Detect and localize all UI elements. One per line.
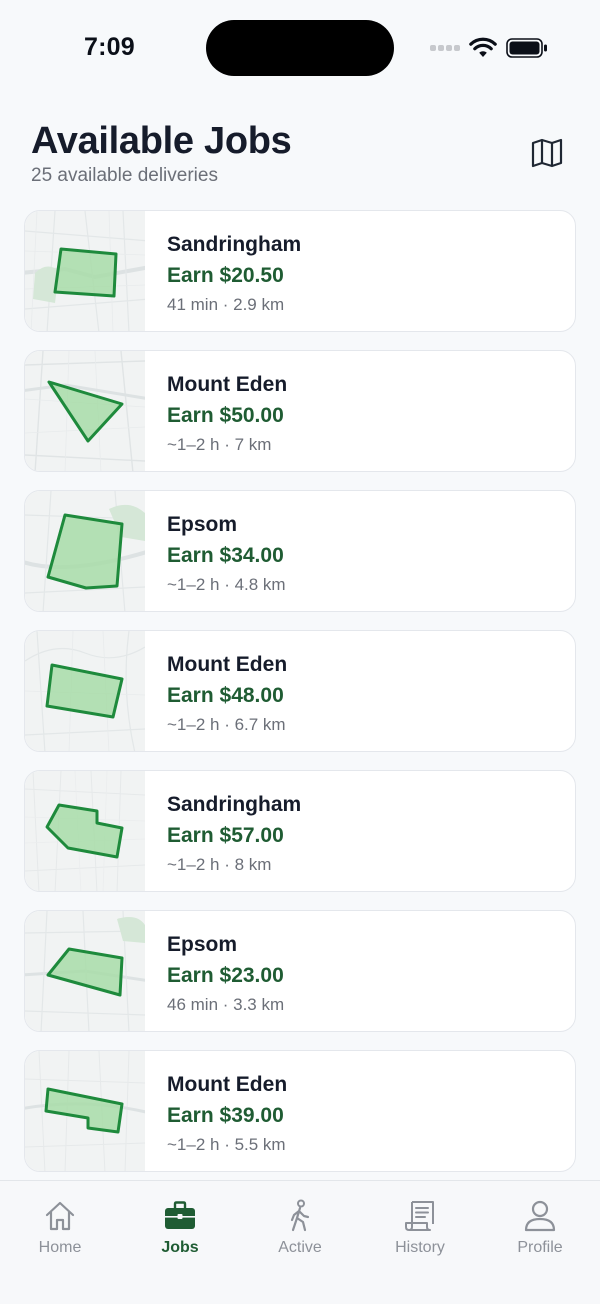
job-zone-map (25, 491, 145, 611)
job-area-name: Mount Eden (167, 653, 288, 676)
job-duration-distance: ~1–2 h · 4.8 km (167, 575, 286, 594)
job-zone-map (25, 771, 145, 891)
map-view-button[interactable] (526, 132, 568, 174)
job-card[interactable]: Sandringham Earn $20.50 41 min · 2.9 km (24, 210, 576, 332)
delivery-zone-polygon (44, 1087, 124, 1134)
job-info: Sandringham Earn $57.00 ~1–2 h · 8 km (167, 793, 301, 876)
job-zone-map (25, 211, 145, 331)
deliveries-count: 25 available deliveries (31, 165, 218, 186)
battery-icon (506, 38, 547, 58)
page-header: Available Jobs 25 available deliveries (0, 110, 600, 200)
tab-label: Home (38, 1239, 82, 1256)
job-duration-distance: ~1–2 h · 6.7 km (167, 715, 286, 734)
cellular-signal-icon (430, 45, 460, 51)
job-earnings: Earn $48.00 (167, 684, 284, 707)
delivery-zone-polygon (53, 247, 118, 298)
walking-person-icon (290, 1199, 310, 1232)
job-list: Sandringham Earn $20.50 41 min · 2.9 km … (24, 210, 576, 1190)
tab-label: History (395, 1239, 445, 1256)
job-area-name: Sandringham (167, 233, 302, 256)
home-icon (45, 1201, 75, 1231)
tab-active[interactable]: Active (240, 1181, 360, 1271)
job-earnings: Earn $34.00 (167, 544, 284, 567)
wifi-icon (469, 37, 497, 57)
job-duration-distance: ~1–2 h · 8 km (167, 855, 272, 874)
dynamic-island (206, 20, 394, 76)
page-title: Available Jobs (31, 120, 292, 162)
job-area-name: Mount Eden (167, 373, 288, 396)
job-zone-map (25, 351, 145, 471)
job-info: Mount Eden Earn $50.00 ~1–2 h · 7 km (167, 373, 287, 456)
tab-label: Active (278, 1239, 322, 1256)
job-info: Mount Eden Earn $48.00 ~1–2 h · 6.7 km (167, 653, 287, 736)
job-card[interactable]: Mount Eden Earn $48.00 ~1–2 h · 6.7 km (24, 630, 576, 752)
delivery-zone-polygon (45, 663, 124, 719)
job-info: Epsom Earn $23.00 46 min · 3.3 km (167, 933, 284, 1016)
delivery-zone-polygon (45, 803, 124, 859)
job-zone-map (25, 631, 145, 751)
job-card[interactable]: Mount Eden Earn $50.00 ~1–2 h · 7 km (24, 350, 576, 472)
tab-profile[interactable]: Profile (480, 1181, 600, 1271)
job-area-name: Epsom (167, 513, 238, 536)
job-duration-distance: ~1–2 h · 5.5 km (167, 1135, 286, 1154)
tab-label: Jobs (161, 1239, 199, 1256)
briefcase-icon (165, 1201, 195, 1229)
job-card[interactable]: Mount Eden Earn $39.00 ~1–2 h · 5.5 km (24, 1050, 576, 1172)
map-icon (531, 138, 563, 168)
delivery-zone-polygon (46, 947, 124, 997)
job-duration-distance: 46 min · 3.3 km (167, 995, 285, 1014)
job-earnings: Earn $39.00 (167, 1104, 284, 1127)
job-info: Epsom Earn $34.00 ~1–2 h · 4.8 km (167, 513, 286, 596)
delivery-zone-polygon (46, 513, 124, 590)
bottom-tab-bar: Home Jobs Active History Profile (0, 1180, 600, 1304)
job-earnings: Earn $20.50 (167, 264, 284, 287)
status-bar: 7:09 (0, 0, 600, 96)
tab-label: Profile (517, 1239, 563, 1256)
job-duration-distance: 41 min · 2.9 km (167, 295, 285, 314)
tab-history[interactable]: History (360, 1181, 480, 1271)
job-duration-distance: ~1–2 h · 7 km (167, 435, 272, 454)
job-area-name: Epsom (167, 933, 238, 956)
job-earnings: Earn $50.00 (167, 404, 284, 427)
tab-jobs[interactable]: Jobs (120, 1181, 240, 1271)
job-info: Mount Eden Earn $39.00 ~1–2 h · 5.5 km (167, 1073, 287, 1156)
job-area-name: Mount Eden (167, 1073, 288, 1096)
person-icon (524, 1200, 556, 1232)
app-screen: 7:09 Available Jobs 25 available deliver… (0, 0, 600, 1304)
job-earnings: Earn $23.00 (167, 964, 284, 987)
job-zone-map (25, 1051, 145, 1171)
receipt-icon (405, 1201, 434, 1231)
job-earnings: Earn $57.00 (167, 824, 284, 847)
job-area-name: Sandringham (167, 793, 302, 816)
job-info: Sandringham Earn $20.50 41 min · 2.9 km (167, 233, 301, 316)
job-card[interactable]: Sandringham Earn $57.00 ~1–2 h · 8 km (24, 770, 576, 892)
tab-home[interactable]: Home (0, 1181, 120, 1271)
job-zone-map (25, 911, 145, 1031)
delivery-zone-polygon (47, 380, 124, 443)
status-time: 7:09 (84, 33, 135, 61)
job-card[interactable]: Epsom Earn $34.00 ~1–2 h · 4.8 km (24, 490, 576, 612)
job-card[interactable]: Epsom Earn $23.00 46 min · 3.3 km (24, 910, 576, 1032)
